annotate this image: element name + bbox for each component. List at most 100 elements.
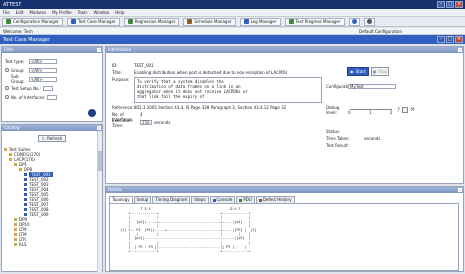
topology-panel: T E S D U T +-------------+ +-----------…: [109, 203, 459, 271]
test-setup-select[interactable]: [43, 85, 54, 91]
test-type-select[interactable]: <All>: [29, 58, 57, 64]
information-title: Information: [108, 47, 132, 52]
menu-help[interactable]: Help: [115, 10, 124, 15]
menu-file[interactable]: File: [3, 10, 10, 15]
tab-pdu[interactable]: PDU: [236, 196, 255, 203]
id-value: TEST_001: [134, 63, 154, 68]
catalog-header: Catalog: [2, 125, 102, 131]
menu-tools[interactable]: Tools: [78, 10, 88, 15]
menu-my-profile[interactable]: My Profile: [52, 10, 72, 15]
time-taken-unit: seconds: [364, 136, 381, 141]
start-button[interactable]: ▶ Start: [347, 67, 369, 76]
user-icon-button[interactable]: [363, 17, 375, 26]
configuration-manager-button[interactable]: Configuration Manager: [2, 17, 63, 26]
pane-toggle-icon[interactable]: [458, 48, 462, 52]
status-label: Status:: [326, 129, 341, 134]
menu-edit[interactable]: Edit: [16, 10, 24, 15]
test-case-icon: [24, 213, 27, 216]
help-icon: [351, 19, 357, 24]
window-titlebar: ATTEST – □ ×: [0, 0, 465, 9]
tab-topology[interactable]: Topology: [109, 196, 133, 203]
log-manager-button[interactable]: Log Manager: [239, 17, 281, 26]
folder-icon: [14, 233, 17, 236]
debug-settings-icon[interactable]: [402, 107, 409, 113]
regression-manager-button[interactable]: Regression Manager: [123, 17, 180, 26]
folder-icon: [14, 238, 17, 241]
help-icon-button[interactable]: [348, 17, 360, 26]
debug-level-2: 2: [390, 110, 393, 115]
details-pane: Details Topology Setup Timing Diagram St…: [105, 186, 464, 272]
pane-toggle-icon[interactable]: [458, 188, 462, 192]
maximize-button[interactable]: □: [446, 1, 454, 8]
test-case-icon: [70, 19, 76, 24]
tree-node[interactable]: RLS: [4, 242, 96, 247]
catalog-scrollbar[interactable]: [97, 131, 102, 272]
welcome-bar: Welcome: Tesh Default Configuration: [0, 28, 465, 35]
purpose-line: that link fail the expiry of: [137, 94, 205, 99]
tree-node-label: RLS: [19, 242, 27, 247]
group-select[interactable]: <All>: [29, 67, 57, 73]
panel-maximize-button[interactable]: □: [446, 36, 454, 43]
folder-icon: [9, 158, 12, 161]
group-radio[interactable]: [5, 68, 9, 72]
test-case-manager-button[interactable]: Test Case Manager: [66, 17, 120, 26]
schedule-manager-button[interactable]: Schedule Manager: [183, 17, 236, 26]
test-result-label: Test Result:: [326, 143, 349, 148]
folder-icon: [19, 168, 22, 171]
time-taken-label: Time Taken:: [326, 136, 350, 141]
test-case-icon: [24, 178, 27, 181]
test-case-icon: [24, 173, 27, 176]
test-case-icon: [24, 198, 27, 201]
question-icon[interactable]: ?: [397, 107, 400, 114]
stop-button[interactable]: ■ Stop: [371, 67, 389, 76]
tab-timing-diagram[interactable]: Timing Diagram: [152, 196, 191, 203]
folder-icon: [4, 148, 7, 151]
test-progress-manager-button[interactable]: Test Progress Manager: [284, 17, 345, 26]
tab-console[interactable]: Console: [209, 196, 236, 203]
log-manager-label: Log Manager: [250, 19, 277, 24]
tools-icon[interactable]: ⚒: [410, 107, 414, 113]
test-case-icon: [24, 193, 27, 196]
interfaces-radio[interactable]: [5, 95, 9, 99]
pane-toggle-icon[interactable]: [97, 126, 101, 130]
tab-setup[interactable]: Setup: [133, 196, 152, 203]
minimize-button[interactable]: –: [437, 1, 445, 8]
main-toolbar: Configuration Manager Test Case Manager …: [0, 17, 465, 27]
refresh-button[interactable]: ↻ Refresh: [38, 135, 66, 142]
folder-icon: [9, 153, 12, 156]
catalog-title: Catalog: [4, 125, 20, 130]
console-icon: [212, 198, 216, 202]
regression-icon: [127, 19, 133, 24]
panel-minimize-button[interactable]: –: [437, 36, 445, 43]
debug-level-1: 1: [369, 110, 372, 115]
stop-label: Stop: [378, 69, 388, 74]
test-type-label: Test type:: [5, 58, 25, 64]
folder-icon: [14, 218, 17, 221]
window-title: ATTEST: [3, 1, 22, 8]
stop-icon: ■: [372, 69, 377, 74]
interfaces-select[interactable]: [47, 94, 58, 100]
purpose-text[interactable]: To verify that a system disables the dis…: [134, 77, 322, 103]
panel-close-button[interactable]: ×: [455, 36, 463, 43]
configuration-select[interactable]: MyTest: [348, 83, 396, 89]
debug-level-slider[interactable]: 0 1 2: [348, 107, 394, 115]
tab-steps[interactable]: Steps: [191, 196, 209, 203]
test-case-icon: [24, 203, 27, 206]
schedule-manager-label: Schedule Manager: [194, 19, 232, 24]
tab-defect-history[interactable]: Defect History: [255, 196, 295, 203]
menu-modules[interactable]: Modules: [29, 10, 46, 15]
sub-group-select[interactable]: <All>: [29, 76, 57, 82]
close-button[interactable]: ×: [455, 1, 463, 8]
information-pane: Information ID: TEST_001 Title: Enabling d…: [105, 46, 464, 184]
menu-window[interactable]: Window: [93, 10, 109, 15]
details-title: Details: [108, 187, 122, 192]
pane-toggle-icon[interactable]: [97, 48, 101, 52]
test-setup-radio[interactable]: [5, 86, 9, 90]
start-label: Start: [355, 69, 366, 74]
debug-level-0: 0: [348, 110, 351, 115]
filter-pane: Filter Test type: <All> Group: <All> Sub G…: [1, 46, 103, 122]
welcome-text: Welcome: Tesh: [3, 28, 33, 34]
folder-icon: [14, 228, 17, 231]
go-button[interactable]: [88, 109, 96, 117]
scroll-thumb[interactable]: [98, 151, 102, 171]
